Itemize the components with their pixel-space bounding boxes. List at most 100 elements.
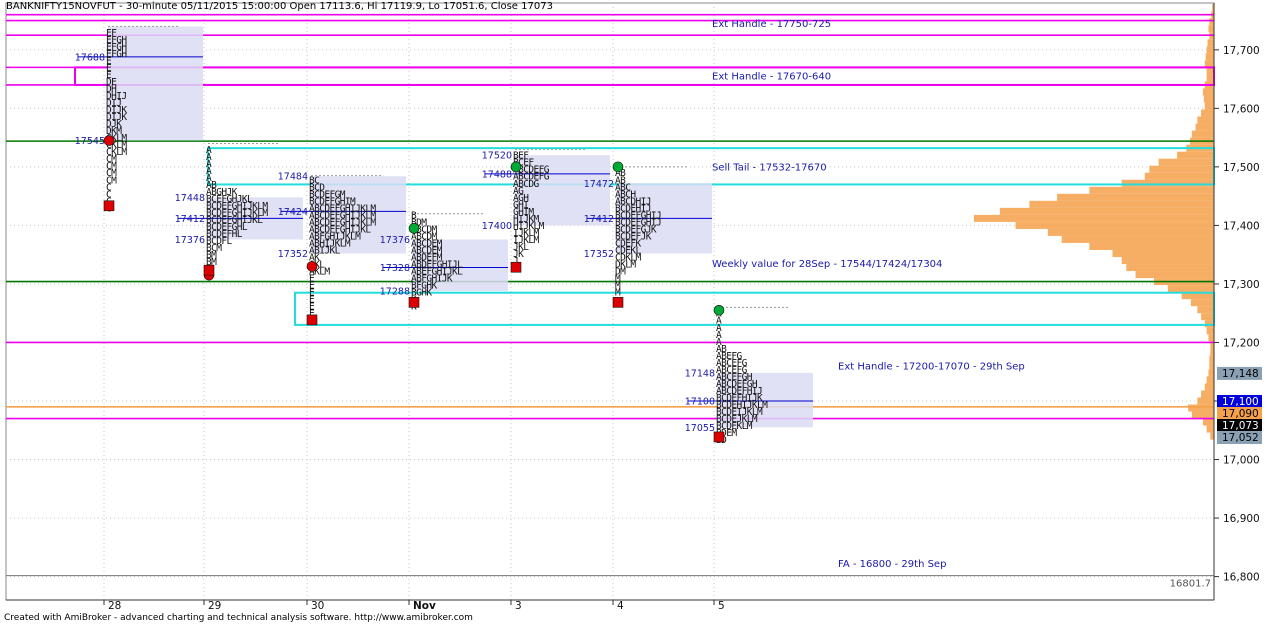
volume-profile-bar <box>1206 46 1214 54</box>
chart-container: EF EFGH EFGH EFGH E E E DE DH DHIJ DIJ DIJK DIJK DJK D… <box>0 0 1267 626</box>
volume-profile-bar <box>1207 39 1214 47</box>
annotation-label: Ext Handle - 17200-17070 - 29th Sep <box>838 361 1025 372</box>
volume-profile-bar <box>1188 404 1214 412</box>
volume-profile-bar <box>1206 327 1214 335</box>
volume-profile-bar <box>1135 271 1214 279</box>
volume-profile-bar <box>1201 390 1214 398</box>
volume-profile-bar <box>1208 25 1214 33</box>
y-tick-label: 16,900 <box>1223 513 1260 525</box>
volume-profile-bar <box>999 207 1214 215</box>
level-price-label: 17412 <box>584 214 614 225</box>
volume-profile-bar <box>1201 109 1214 117</box>
x-tick-label: 3 <box>515 600 522 612</box>
volume-profile-bar <box>1206 67 1214 75</box>
x-tick-label: 30 <box>311 600 324 612</box>
volume-profile-bar <box>1209 362 1214 370</box>
y-tick-label: 17,200 <box>1223 337 1260 349</box>
volume-profile-bar <box>1204 383 1214 391</box>
volume-profile-bar <box>1206 74 1214 82</box>
volume-profile-bar <box>1047 228 1214 236</box>
market-profile-chart: EFEFGHEFGHEFGHEEEDEDHDHIJDIJDIJKDIJKDJKD… <box>5 2 1262 612</box>
volume-profile-bar <box>1208 334 1214 342</box>
volume-profile-bar <box>1158 158 1214 166</box>
y-tick-label: 17,500 <box>1223 162 1260 174</box>
close-marker <box>103 200 115 212</box>
annotation-label: Weekly value for 28Sep - 17544/17424/173… <box>712 259 942 270</box>
level-price-label: 17055 <box>685 423 715 434</box>
volume-profile-bar <box>1112 249 1214 258</box>
close-marker <box>306 314 318 326</box>
volume-profile-bar <box>1191 130 1214 138</box>
volume-profile-bar <box>1144 172 1214 180</box>
volume-profile-bar <box>1206 425 1214 433</box>
level-price-label: 17100 <box>685 397 715 408</box>
x-tick-label: 5 <box>718 600 725 612</box>
volume-profile-bar <box>1089 186 1214 194</box>
volume-profile-bar <box>1209 355 1214 363</box>
open-marker-up <box>612 161 624 173</box>
volume-profile-bar <box>1205 53 1214 61</box>
volume-profile-bar <box>1195 123 1214 131</box>
volume-profile-bar <box>1167 285 1214 293</box>
level-price-label: 17424 <box>278 207 308 218</box>
annotation-label: Sell Tail - 17532-17670 <box>712 162 827 173</box>
volume-profile-bar <box>1089 242 1214 250</box>
volume-profile-bar <box>1206 376 1214 384</box>
level-price-label: 17448 <box>175 193 205 204</box>
level-price-label: 17148 <box>685 368 715 379</box>
volume-profile-bar <box>1203 95 1214 103</box>
close-marker <box>612 297 624 308</box>
level-price-label: 17376 <box>380 235 410 246</box>
volume-profile-bar <box>1208 369 1214 377</box>
volume-profile-bar <box>1190 299 1214 307</box>
volume-profile-bar <box>1061 235 1214 243</box>
annotation-label: Ext Handle - 17670-640 <box>712 72 831 83</box>
level-price-label: 17688 <box>75 52 105 63</box>
x-tick-label: 4 <box>617 600 624 612</box>
volume-profile-bar <box>1126 264 1214 272</box>
open-marker-up <box>408 223 420 234</box>
y-tick-label: 17,600 <box>1223 103 1260 115</box>
price-badge-label: 17,100 <box>1222 396 1259 408</box>
level-price-label: 17484 <box>278 172 308 183</box>
level-price-label: 17328 <box>380 263 410 274</box>
level-price-label: 17376 <box>175 235 205 246</box>
level-price-label: 17412 <box>175 214 205 225</box>
volume-profile-bar <box>1202 418 1214 426</box>
level-price-label: 17472 <box>584 179 614 190</box>
open-marker-down <box>306 261 318 272</box>
volume-profile-bar <box>1201 313 1214 321</box>
level-price-label: 17545 <box>75 136 105 147</box>
volume-profile-bar <box>1121 257 1214 265</box>
y-tick-label: 17,000 <box>1223 455 1260 467</box>
volume-profile-bar <box>1177 151 1214 159</box>
open-marker-up <box>510 161 522 173</box>
volume-profile-bar <box>1204 320 1214 328</box>
footer-credit: Created with AmiBroker - advanced charti… <box>4 613 473 623</box>
volume-profile-bar <box>1029 200 1214 208</box>
chart-title: BANKNIFTY15NOVFUT - 30-minute 05/11/2015… <box>6 1 553 12</box>
level-price-label: 17488 <box>482 169 512 180</box>
volume-profile-bar <box>1197 306 1214 314</box>
volume-profile-bar <box>1210 432 1214 440</box>
close-marker <box>713 431 725 443</box>
last-level-label: 16801.7 <box>1170 579 1211 590</box>
volume-profile-bar <box>1202 88 1214 96</box>
volume-profile-bar <box>1191 411 1214 419</box>
x-tick-label: 28 <box>108 600 121 612</box>
annotation-label: Ext Handle - 17750-725 <box>712 19 831 30</box>
y-tick-label: 17,400 <box>1223 220 1260 232</box>
annotation-label: FA - 16800 - 29th Sep <box>838 559 946 570</box>
price-badge-label: 17,148 <box>1222 368 1259 380</box>
volume-profile-bar <box>1209 18 1214 26</box>
volume-profile-bar <box>1210 348 1214 356</box>
close-marker <box>203 264 215 276</box>
volume-profile-bar <box>1149 165 1214 173</box>
level-price-label: 17352 <box>584 249 614 260</box>
y-tick-label: 16,800 <box>1223 572 1260 584</box>
price-badge-label: 17,073 <box>1222 420 1259 432</box>
x-tick-label: 29 <box>208 600 221 612</box>
level-price-label: 17288 <box>380 286 410 297</box>
x-tick-label: Nov <box>413 600 436 612</box>
y-tick-label: 17,300 <box>1223 279 1260 291</box>
